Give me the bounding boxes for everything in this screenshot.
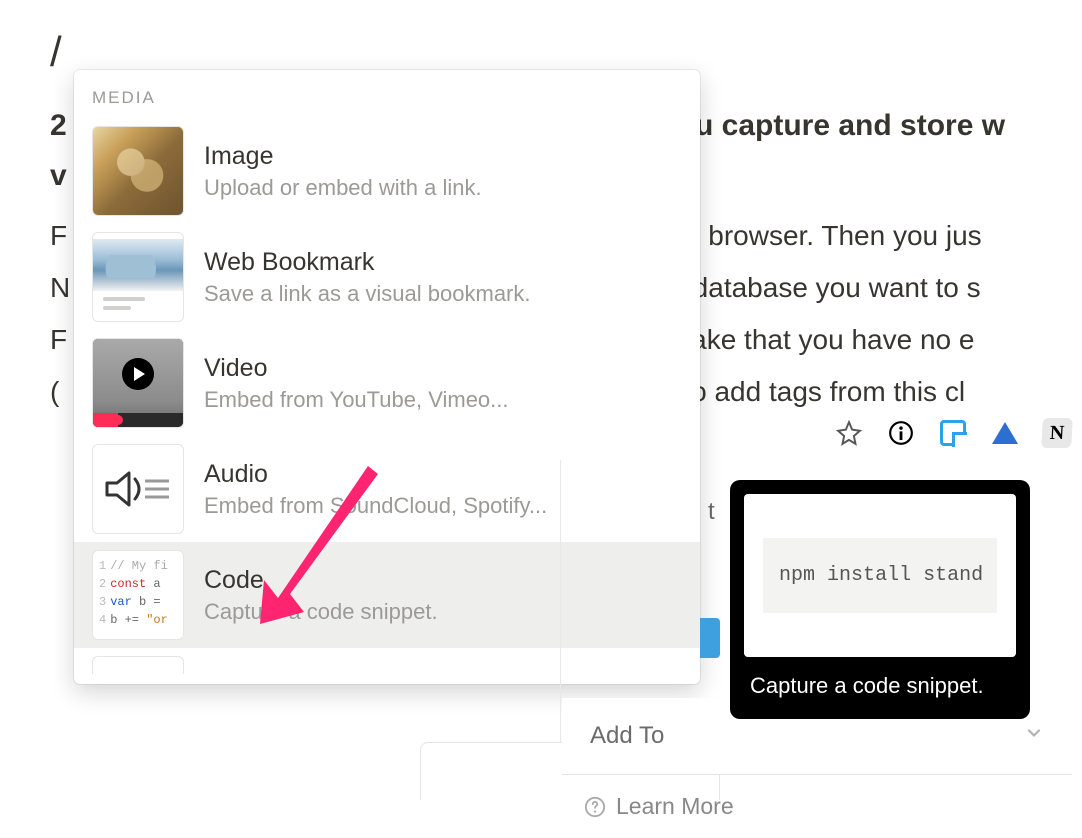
tooltip-preview: npm install stand [744, 494, 1016, 657]
learn-more-label: Learn More [616, 793, 734, 820]
menu-item-desc: Embed from YouTube, Vimeo... [204, 387, 682, 413]
learn-more-link[interactable]: Learn More [562, 775, 1072, 838]
bg-para-l4: ( [50, 366, 59, 418]
speaker-icon [103, 469, 173, 509]
play-icon [122, 358, 154, 390]
menu-item-image[interactable]: Image Upload or embed with a link. [74, 118, 700, 224]
browser-toolbar: N [834, 418, 1082, 448]
help-icon [584, 796, 606, 818]
bg-heading-left: 2 [50, 98, 67, 154]
star-icon[interactable] [834, 418, 864, 448]
audio-thumb [92, 444, 184, 534]
chevron-down-icon [1024, 722, 1044, 750]
next-item-peek [92, 656, 184, 674]
bg-para-r1: our browser. Then you jus [660, 210, 982, 262]
info-icon[interactable] [886, 418, 916, 448]
bg-para-l1: F [50, 210, 67, 262]
menu-item-title: Web Bookmark [204, 248, 682, 277]
video-thumb [92, 338, 184, 428]
extension-triangle-icon[interactable] [990, 418, 1020, 448]
bg-para-r2: or database you want to s [660, 262, 981, 314]
image-thumb [92, 126, 184, 216]
notion-extension-icon[interactable]: N [1042, 418, 1072, 448]
tooltip-code-sample: npm install stand [763, 538, 997, 613]
bg-para-l2: N [50, 262, 70, 314]
menu-item-desc: Upload or embed with a link. [204, 175, 682, 201]
bg-para-l3: F [50, 314, 67, 366]
slash-cursor: / [50, 28, 62, 76]
bg-heading-left2: v [50, 148, 67, 204]
bookmark-thumb [92, 232, 184, 322]
code-hover-tooltip: npm install stand Capture a code snippet… [730, 480, 1030, 719]
extension-s-icon[interactable] [938, 418, 968, 448]
menu-item-title: Image [204, 142, 682, 171]
tooltip-caption: Capture a code snippet. [744, 657, 1016, 705]
menu-item-video[interactable]: Video Embed from YouTube, Vimeo... [74, 330, 700, 436]
menu-section-label: MEDIA [74, 80, 700, 118]
menu-item-web-bookmark[interactable]: Web Bookmark Save a link as a visual boo… [74, 224, 700, 330]
bg-heading-right: you capture and store w [660, 98, 1005, 154]
bg-para-r4: e to add tags from this cl [660, 366, 965, 418]
menu-item-desc: Save a link as a visual bookmark. [204, 281, 682, 307]
menu-item-title: Video [204, 354, 682, 383]
add-to-label: Add To [590, 722, 664, 750]
bg-para-r3: o take that you have no e [660, 314, 974, 366]
code-thumb: 1// My fi 2const a 3var b = 4b += "or [92, 550, 184, 640]
